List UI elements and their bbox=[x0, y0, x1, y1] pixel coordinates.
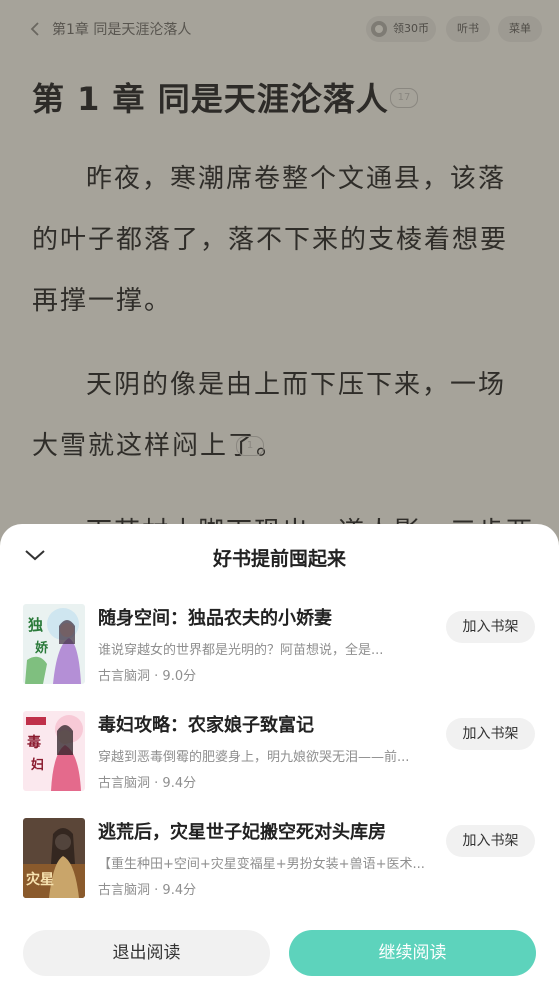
chapter-comment-bubble[interactable]: 17 bbox=[390, 88, 418, 108]
book-item[interactable]: 毒 妇 毒妇攻略：农家娘子致富记 穿越到恶毒倒霉的肥婆身上，明九娘欲哭无泪——前… bbox=[0, 711, 559, 803]
continue-reading-button[interactable]: 继续阅读 bbox=[289, 930, 536, 976]
header-chapter-title: 第1章 同是天涯沦落人 bbox=[52, 22, 192, 38]
reward-label: 领30币 bbox=[393, 22, 429, 35]
book-title[interactable]: 随身空间：独品农夫的小娇妻 bbox=[98, 604, 332, 630]
paragraph-1: 昨夜，寒潮席卷整个文通县，该落的叶子都落了，落不下来的支棱着想要再撑一撑。 bbox=[32, 164, 509, 316]
book-cover[interactable]: 毒 妇 bbox=[23, 711, 85, 791]
book-category: 古言脑洞 bbox=[98, 776, 151, 791]
svg-text:毒: 毒 bbox=[27, 734, 41, 751]
reader-top-bar: 第1章 同是天涯沦落人 领30币 听书 菜单 bbox=[0, 0, 559, 58]
book-description: 谁说穿越女的世界都是光明的？阿苗想说，全是... bbox=[98, 643, 384, 658]
book-category: 古言脑洞 bbox=[98, 669, 151, 684]
book-score: 9.0分 bbox=[162, 669, 197, 684]
book-meta: 古言脑洞 · 9.4分 bbox=[98, 883, 197, 898]
book-score: 9.4分 bbox=[162, 776, 197, 791]
svg-text:娇: 娇 bbox=[35, 640, 49, 656]
book-title[interactable]: 逃荒后，灾星世子妃搬空死对头库房 bbox=[98, 818, 386, 844]
back-arrow-icon[interactable] bbox=[28, 20, 44, 38]
paragraph-2: 天阴的像是由上而下压下来，一场大雪就这样闷上了。 bbox=[32, 370, 507, 461]
book-item[interactable]: 独 娇 随身空间：独品农夫的小娇妻 谁说穿越女的世界都是光明的？阿苗想说，全是.… bbox=[0, 604, 559, 696]
sheet-title: 好书提前囤起来 bbox=[212, 548, 346, 570]
book-description: 穿越到恶毒倒霉的肥婆身上，明九娘欲哭无泪——前... bbox=[98, 750, 410, 765]
book-category: 古言脑洞 bbox=[98, 883, 151, 898]
add-to-shelf-button[interactable]: 加入书架 bbox=[446, 611, 535, 643]
book-meta: 古言脑洞 · 9.0分 bbox=[98, 669, 197, 684]
paragraph-comment-bubble[interactable]: 1 bbox=[236, 436, 264, 456]
listen-button[interactable]: 听书 bbox=[446, 16, 490, 42]
add-to-shelf-button[interactable]: 加入书架 bbox=[446, 718, 535, 750]
book-description: 【重生种田+空间+灾星变福星+男扮女装+兽语+医术... bbox=[98, 857, 425, 872]
book-cover[interactable]: 灾星 bbox=[23, 818, 85, 898]
book-score: 9.4分 bbox=[162, 883, 197, 898]
exit-reading-button[interactable]: 退出阅读 bbox=[23, 930, 270, 976]
svg-text:独: 独 bbox=[28, 616, 43, 634]
book-title[interactable]: 毒妇攻略：农家娘子致富记 bbox=[98, 711, 314, 737]
book-item[interactable]: 灾星 逃荒后，灾星世子妃搬空死对头库房 【重生种田+空间+灾星变福星+男扮女装+… bbox=[0, 818, 559, 910]
coin-icon bbox=[371, 21, 387, 37]
add-to-shelf-button[interactable]: 加入书架 bbox=[446, 825, 535, 857]
book-meta: 古言脑洞 · 9.4分 bbox=[98, 776, 197, 791]
recommendation-sheet: 好书提前囤起来 独 娇 随身空间：独品农夫的小娇妻 谁说穿越女的世界都是光明的？… bbox=[0, 524, 559, 995]
menu-button[interactable]: 菜单 bbox=[498, 16, 542, 42]
chapter-title: 第 1 章 同是天涯沦落人 bbox=[32, 80, 389, 118]
reward-coins-button[interactable]: 领30币 bbox=[366, 16, 436, 42]
svg-text:妇: 妇 bbox=[30, 757, 44, 773]
book-cover[interactable]: 独 娇 bbox=[23, 604, 85, 684]
svg-text:灾星: 灾星 bbox=[26, 871, 54, 888]
